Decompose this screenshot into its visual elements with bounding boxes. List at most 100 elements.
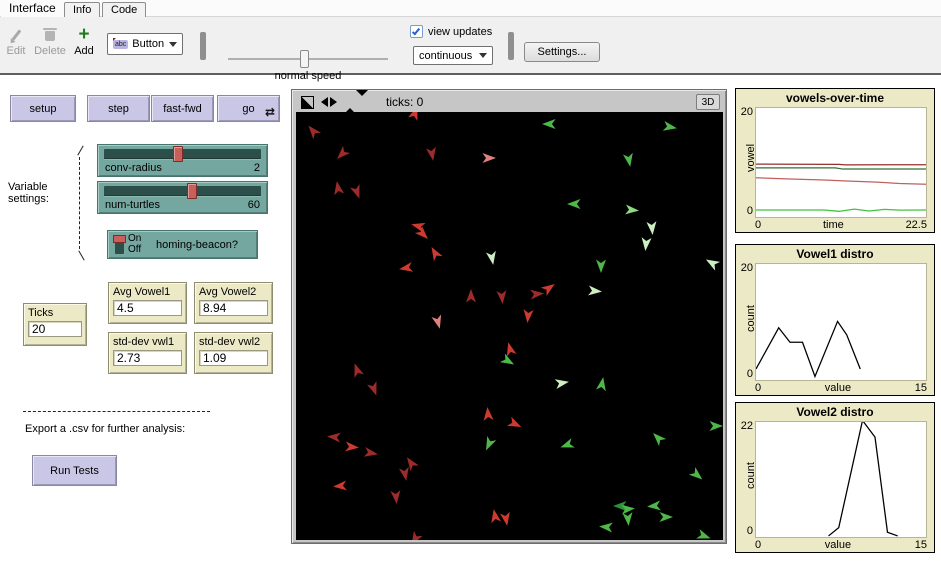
- run-tests-button[interactable]: Run Tests: [32, 455, 117, 486]
- fast-fwd-button[interactable]: fast-fwd: [151, 95, 214, 122]
- plus-icon: +: [78, 27, 89, 42]
- add-button-label: Add: [70, 45, 98, 57]
- x-axis-label: time: [823, 219, 844, 232]
- world-view-canvas[interactable]: [296, 112, 723, 540]
- forever-loop-icon: ⇄: [265, 107, 275, 117]
- switch-on-off-labels: On Off: [128, 233, 141, 255]
- slider-value: 60: [248, 199, 260, 211]
- std-dev-vwl1-monitor: std-dev vwl1 2.73: [108, 332, 187, 374]
- chevron-down-icon: [479, 53, 487, 58]
- tab-info[interactable]: Info: [64, 2, 100, 17]
- switch-knob[interactable]: [113, 235, 126, 243]
- y-axis-max-tick: 20: [737, 262, 753, 274]
- vertical-arrows-icon: [344, 96, 368, 108]
- tab-interface[interactable]: Interface: [1, 1, 64, 17]
- settings-button[interactable]: Settings...: [524, 42, 600, 62]
- bracket-dashed-line: [79, 157, 80, 249]
- y-axis-min-tick: 0: [737, 368, 753, 380]
- num-turtles-slider[interactable]: num-turtles 60: [97, 181, 268, 214]
- switch-slot[interactable]: [115, 235, 124, 254]
- widget-type-dropdown[interactable]: abc Button: [107, 33, 183, 55]
- x-axis-max-tick: 15: [915, 382, 927, 395]
- conv-radius-slider[interactable]: conv-radius 2: [97, 144, 268, 177]
- horizontal-arrows-icon: [321, 97, 337, 107]
- variable-settings-note: Variable settings:: [8, 181, 49, 205]
- y-axis-min-tick: 0: [737, 205, 753, 217]
- note-divider-dashed-line: [23, 411, 210, 412]
- x-axis-row: 0 time 22.5: [755, 219, 927, 232]
- view-3d-button[interactable]: 3D: [696, 94, 720, 110]
- slider-value: 2: [254, 162, 260, 174]
- go-button[interactable]: go ⇄: [217, 95, 280, 122]
- bracket-backslash: [78, 250, 84, 260]
- slider-groove[interactable]: [104, 149, 261, 159]
- update-mode-value: continuous: [419, 50, 472, 62]
- slider-name: conv-radius: [105, 162, 162, 174]
- step-button[interactable]: step: [87, 95, 150, 122]
- x-axis-max-tick: 15: [915, 539, 927, 552]
- plot-vowel2-distro: Vowel2 distro 22 count 0 0 value 15: [735, 402, 935, 553]
- bracket-slash: [77, 145, 83, 155]
- plot-area: [755, 263, 927, 381]
- tab-code[interactable]: Code: [102, 2, 146, 17]
- widget-type-value: Button: [132, 38, 164, 50]
- view-updates-label: view updates: [428, 26, 492, 38]
- turtle-agents-layer: [296, 112, 723, 540]
- monitor-value: 2.73: [113, 350, 182, 366]
- homing-beacon-switch[interactable]: On Off homing-beacon?: [107, 230, 258, 259]
- button-widget-icon: abc: [113, 40, 128, 49]
- y-axis-max-tick: 20: [737, 106, 753, 118]
- add-button[interactable]: + Add: [70, 26, 98, 57]
- tab-bar: Interface Info Code: [0, 0, 941, 17]
- check-icon: [412, 27, 420, 36]
- monitor-value: 4.5: [113, 300, 182, 316]
- speed-slider-handle[interactable]: [300, 50, 309, 68]
- slider-name: num-turtles: [105, 199, 160, 211]
- chevron-down-icon: [169, 42, 177, 47]
- pencil-icon: [11, 29, 21, 40]
- setup-button[interactable]: setup: [10, 95, 76, 122]
- ticks-monitor: Ticks 20: [23, 303, 87, 346]
- ticks-counter: ticks: 0: [386, 95, 423, 109]
- slider-handle[interactable]: [173, 146, 183, 162]
- x-axis-min-tick: 0: [755, 382, 761, 395]
- netlogo-interface-window: { "tabs": { "interface": "Interface", "i…: [0, 0, 941, 563]
- delete-button[interactable]: Delete: [31, 26, 69, 57]
- plot-vowels-over-time: vowels-over-time 20 vowel 0 0 time 22.5: [735, 88, 935, 233]
- monitor-value: 1.09: [199, 350, 268, 366]
- avg-vowel2-monitor: Avg Vowel2 8.94: [194, 282, 273, 324]
- x-axis-row: 0 value 15: [755, 539, 927, 552]
- monitor-value: 8.94: [199, 300, 268, 316]
- edit-button-label: Edit: [2, 45, 30, 57]
- view-updates-checkbox[interactable]: [410, 25, 423, 38]
- y-axis-min-tick: 0: [737, 525, 753, 537]
- trash-icon: [45, 31, 55, 41]
- toolbar-separator: [508, 32, 514, 60]
- world-view-widget: ticks: 0 3D: [291, 89, 727, 544]
- speed-slider-label: normal speed: [228, 70, 388, 82]
- switch-label: homing-beacon?: [156, 239, 238, 251]
- speed-slider: normal speed: [228, 50, 388, 80]
- edit-button[interactable]: Edit: [2, 26, 30, 57]
- x-axis-row: 0 value 15: [755, 382, 927, 395]
- plot-title: vowels-over-time: [736, 89, 934, 106]
- plot-title: Vowel2 distro: [736, 403, 934, 420]
- plot-vowel1-distro: Vowel1 distro 20 count 0 0 value 15: [735, 244, 935, 396]
- delete-button-label: Delete: [31, 45, 69, 57]
- x-axis-max-tick: 22.5: [906, 219, 927, 232]
- update-mode-dropdown[interactable]: continuous: [413, 46, 493, 65]
- monitor-value: 20: [28, 321, 82, 337]
- x-axis-label: value: [825, 382, 851, 395]
- x-axis-min-tick: 0: [755, 539, 761, 552]
- pan-view-icon: [301, 96, 314, 109]
- x-axis-label: value: [825, 539, 851, 552]
- slider-groove[interactable]: [104, 186, 261, 196]
- avg-vowel1-monitor: Avg Vowel1 4.5: [108, 282, 187, 324]
- world-view-header: ticks: 0 3D: [294, 92, 724, 112]
- export-note: Export a .csv for further analysis:: [25, 423, 185, 435]
- plot-title: Vowel1 distro: [736, 245, 934, 262]
- y-axis-max-tick: 22: [737, 420, 753, 432]
- plot-area: [755, 107, 927, 218]
- plot-area: [755, 421, 927, 538]
- slider-handle[interactable]: [187, 183, 197, 199]
